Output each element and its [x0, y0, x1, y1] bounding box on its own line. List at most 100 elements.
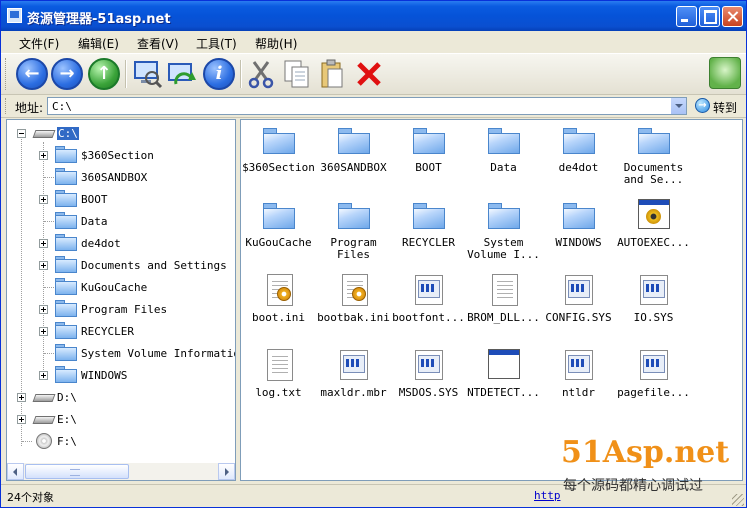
tree-node-c-drive[interactable]: C:\ — [7, 124, 235, 142]
resize-grip[interactable] — [732, 494, 744, 506]
file-item[interactable]: de4dot — [541, 122, 616, 194]
folder-icon — [55, 300, 77, 317]
tree-node-folder[interactable]: Program Files — [7, 300, 235, 318]
expand-icon[interactable] — [39, 305, 48, 314]
system-file-icon — [565, 350, 593, 380]
file-item[interactable]: IO.SYS — [616, 272, 691, 344]
scroll-thumb[interactable] — [25, 464, 129, 479]
search-computer-icon[interactable] — [131, 58, 163, 90]
menu-help[interactable]: 帮助(H) — [255, 35, 297, 52]
tree-node-folder[interactable]: Documents and Settings — [7, 256, 235, 274]
file-label: pagefile... — [617, 386, 690, 399]
go-button[interactable]: → 转到 — [693, 97, 743, 115]
file-item[interactable]: WINDOWS — [541, 197, 616, 269]
expand-icon[interactable] — [39, 261, 48, 270]
tree-node-folder[interactable]: WINDOWS — [7, 366, 235, 384]
refresh-icon[interactable] — [166, 58, 198, 90]
executable-icon — [488, 349, 520, 379]
file-item[interactable]: log.txt — [241, 347, 316, 419]
address-value[interactable]: C:\ — [52, 100, 72, 113]
expand-icon[interactable] — [39, 151, 48, 160]
file-item[interactable]: System Volume I... — [466, 197, 541, 269]
folder-icon — [488, 128, 520, 154]
expand-icon[interactable] — [17, 393, 26, 402]
go-label: 转到 — [713, 101, 738, 115]
up-icon[interactable]: ↑ — [88, 58, 120, 90]
tree-node-folder[interactable]: BOOT — [7, 190, 235, 208]
file-item[interactable]: AUTOEXEC... — [616, 197, 691, 269]
menu-file[interactable]: 文件(F) — [19, 35, 59, 52]
file-item[interactable]: NTDETECT... — [466, 347, 541, 419]
file-item[interactable]: pagefile... — [616, 347, 691, 419]
close-button[interactable] — [722, 6, 743, 27]
folder-tree[interactable]: C:\ $360Section 360SANDBOX BOOT Data de4… — [6, 119, 236, 481]
address-grip[interactable] — [5, 98, 6, 114]
horizontal-scrollbar[interactable] — [7, 463, 235, 480]
expand-icon[interactable] — [39, 239, 48, 248]
back-icon[interactable]: ← — [16, 58, 48, 90]
file-item[interactable]: Documents and Se... — [616, 122, 691, 194]
tree-node-folder[interactable]: System Volume Information — [7, 344, 235, 362]
batch-file-icon — [638, 199, 670, 229]
forward-icon[interactable]: → — [51, 58, 83, 90]
maximize-button[interactable] — [699, 6, 720, 27]
tree-node-e-drive[interactable]: E:\ — [7, 410, 235, 428]
toolbar-separator — [125, 60, 127, 88]
collapse-icon[interactable] — [17, 129, 26, 138]
file-item[interactable]: Program Files — [316, 197, 391, 269]
scroll-right-icon[interactable] — [218, 463, 235, 480]
watermark-brand: 51Asp.net — [561, 435, 730, 470]
info-icon[interactable]: i — [203, 58, 235, 90]
expand-icon[interactable] — [17, 415, 26, 424]
delete-icon[interactable] — [353, 58, 385, 90]
file-item[interactable]: Data — [466, 122, 541, 194]
file-item[interactable]: CONFIG.SYS — [541, 272, 616, 344]
file-item[interactable]: BOOT — [391, 122, 466, 194]
tree-node-folder[interactable]: $360Section — [7, 146, 235, 164]
file-label: 360SANDBOX — [320, 161, 387, 174]
object-count: 24个对象 — [7, 491, 54, 504]
file-item[interactable]: 360SANDBOX — [316, 122, 391, 194]
file-item[interactable]: MSDOS.SYS — [391, 347, 466, 419]
tree-node-folder[interactable]: de4dot — [7, 234, 235, 252]
file-list[interactable]: $360Section 360SANDBOX BOOT Data de4dot … — [240, 119, 743, 481]
title-bar[interactable]: 资源管理器-51asp.net — [1, 1, 746, 31]
status-link[interactable]: http — [534, 489, 561, 502]
menu-view[interactable]: 查看(V) — [137, 35, 179, 52]
chevron-down-icon[interactable] — [670, 98, 686, 114]
tree-line — [44, 221, 54, 222]
file-label: log.txt — [255, 386, 302, 399]
expand-icon[interactable] — [39, 195, 48, 204]
file-item[interactable]: ntldr — [541, 347, 616, 419]
expand-icon[interactable] — [39, 371, 48, 380]
folder-icon — [55, 146, 77, 163]
tree-node-f-drive[interactable]: F:\ — [7, 432, 235, 450]
expand-icon[interactable] — [39, 327, 48, 336]
file-item[interactable]: bootfont... — [391, 272, 466, 344]
minimize-button[interactable] — [676, 6, 697, 27]
paste-icon[interactable] — [316, 58, 348, 90]
copy-icon[interactable] — [281, 58, 313, 90]
folder-icon — [638, 128, 670, 154]
file-item[interactable]: BROM_DLL... — [466, 272, 541, 344]
tree-node-folder[interactable]: RECYCLER — [7, 322, 235, 340]
folder-icon — [413, 203, 445, 229]
file-item[interactable]: maxldr.mbr — [316, 347, 391, 419]
menu-edit[interactable]: 编辑(E) — [78, 35, 119, 52]
tree-node-folder[interactable]: Data — [7, 212, 235, 230]
tree-node-folder[interactable]: KuGouCache — [7, 278, 235, 296]
menu-tools[interactable]: 工具(T) — [196, 35, 237, 52]
scroll-left-icon[interactable] — [7, 463, 24, 480]
file-item[interactable]: KuGouCache — [241, 197, 316, 269]
file-label: MSDOS.SYS — [398, 386, 459, 399]
toolbar-grip[interactable] — [5, 58, 9, 90]
tree-node-d-drive[interactable]: D:\ — [7, 388, 235, 406]
file-item[interactable]: boot.ini — [241, 272, 316, 344]
file-item[interactable]: $360Section — [241, 122, 316, 194]
file-item[interactable]: RECYCLER — [391, 197, 466, 269]
address-input[interactable]: C:\ — [47, 97, 687, 115]
tree-node-folder[interactable]: 360SANDBOX — [7, 168, 235, 186]
folder-icon — [55, 212, 77, 229]
cut-icon[interactable] — [245, 58, 277, 90]
file-item[interactable]: bootbak.ini — [316, 272, 391, 344]
